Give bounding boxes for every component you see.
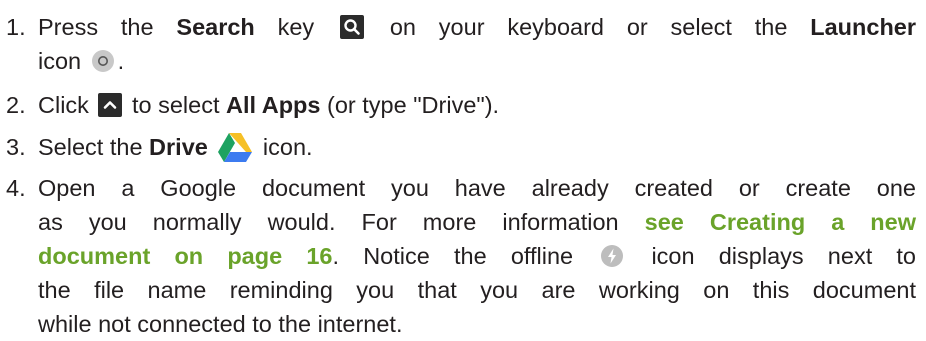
- all-apps-label: All Apps: [226, 92, 321, 118]
- step-text-line: Open a Google document you have already …: [38, 175, 916, 201]
- chevron-up-icon: [98, 92, 123, 117]
- google-drive-icon: [217, 132, 253, 162]
- launcher-icon: [91, 49, 115, 73]
- step-number: 1.: [6, 14, 26, 40]
- creating-document-link-cont[interactable]: document on page 16: [38, 243, 333, 269]
- launcher-label: Launcher: [810, 14, 917, 40]
- step-text-line: Press the Search key on your keyboard or…: [38, 14, 917, 40]
- step-number: 4.: [6, 175, 26, 201]
- step-text-line: as you normally would. For more informat…: [38, 209, 917, 235]
- step-text-line: icon .: [38, 48, 125, 74]
- search-key-label: Search: [176, 14, 255, 40]
- step-number: 2.: [6, 92, 26, 118]
- step-text-line: the file name reminding you that you are…: [38, 277, 916, 303]
- step-text-line: while not connected to the internet.: [38, 311, 403, 337]
- step-text-line: Select the Drive icon.: [38, 130, 916, 164]
- step-text-line: Click to select All Apps (or type "Drive…: [38, 92, 500, 118]
- offline-icon: [600, 244, 624, 268]
- creating-document-link[interactable]: see Creating a new: [645, 209, 916, 235]
- drive-label: Drive: [149, 134, 208, 160]
- step-number: 3.: [6, 134, 26, 160]
- instruction-list: 1. Press the Search key on your keyboard…: [0, 0, 926, 337]
- step-text-line: document on page 16. Notice the offline …: [38, 243, 916, 269]
- search-key-icon: [340, 14, 365, 39]
